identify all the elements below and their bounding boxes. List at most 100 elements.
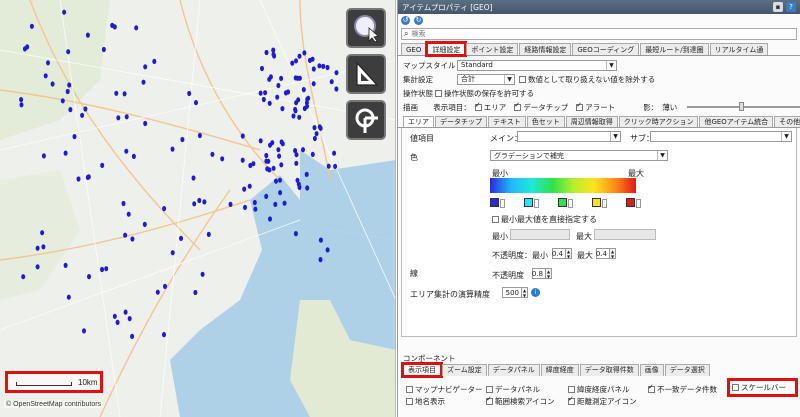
tab-display-items[interactable]: 表示項目 (401, 362, 443, 378)
map-data-point[interactable] (297, 53, 302, 59)
map-data-point[interactable] (85, 32, 90, 38)
tab-geocoding[interactable]: GEOコーディング (572, 43, 640, 55)
map-view[interactable]: 10km © OpenStreetMap contributors (0, 0, 396, 417)
tab-realtime[interactable]: リアルタイム通 (709, 43, 769, 55)
map-data-point[interactable] (334, 70, 339, 76)
map-data-point[interactable] (228, 201, 233, 207)
map-data-point[interactable] (22, 46, 27, 52)
map-data-point[interactable] (19, 102, 24, 108)
range-search-icon-checkbox[interactable]: 範囲検索アイコン (486, 395, 555, 407)
tab-click-action[interactable]: クリック時アクション (618, 116, 699, 127)
chevron-down-icon[interactable] (568, 199, 573, 208)
map-data-point[interactable] (162, 332, 166, 338)
tab-lat-lng[interactable]: 緯度経度 (540, 364, 579, 376)
map-data-point[interactable] (260, 65, 264, 72)
map-data-point[interactable] (197, 132, 202, 139)
gradient-stop-swatch[interactable] (490, 198, 505, 208)
map-data-point[interactable] (202, 199, 207, 205)
map-data-point[interactable] (277, 153, 282, 159)
map-style-select[interactable]: Standard ▼ (457, 59, 617, 71)
chevron-down-icon[interactable] (602, 199, 607, 208)
tab-data-count[interactable]: データ取得件数 (579, 364, 639, 376)
map-data-point[interactable] (293, 106, 298, 113)
map-data-point[interactable] (274, 178, 278, 184)
map-data-point[interactable] (170, 146, 175, 152)
map-data-point[interactable] (264, 49, 269, 56)
map-data-point[interactable] (258, 90, 263, 96)
map-data-point[interactable] (155, 289, 160, 295)
scale-bar-checkbox[interactable]: スケールバー (727, 378, 798, 397)
map-data-point[interactable] (301, 87, 306, 93)
tab-zoom-settings[interactable]: ズーム設定 (442, 364, 487, 376)
data-panel-checkbox[interactable]: データパネル (486, 384, 540, 395)
map-data-point[interactable] (295, 177, 300, 183)
map-data-point[interactable] (325, 64, 330, 71)
map-data-point[interactable] (279, 162, 284, 168)
search-input[interactable] (411, 29, 712, 39)
map-data-point[interactable] (325, 247, 330, 253)
map-data-point[interactable] (312, 125, 317, 131)
map-data-point[interactable] (258, 138, 263, 144)
map-data-point[interactable] (82, 328, 86, 334)
shadow-slider[interactable] (687, 102, 800, 111)
precision-stepper[interactable]: 500 ▲ ▼ i (502, 287, 540, 298)
gradient-stop-swatch[interactable] (524, 198, 539, 208)
map-data-point[interactable] (130, 333, 135, 339)
map-data-point[interactable] (291, 113, 296, 119)
tab-detail-settings[interactable]: 詳細設定 (425, 41, 468, 57)
map-data-point[interactable] (317, 124, 322, 130)
map-data-point[interactable] (114, 90, 119, 96)
spin-arrows-icon[interactable]: ▲ ▼ (566, 248, 572, 259)
gradient-stop-swatch[interactable] (558, 198, 573, 208)
line-opacity-value[interactable]: 0.8 (532, 268, 546, 279)
map-data-point[interactable] (143, 64, 148, 70)
lat-lng-panel-checkbox[interactable]: 緯度経度パネル (568, 384, 630, 395)
spin-arrows-icon[interactable]: ▲ ▼ (546, 268, 552, 279)
map-data-point[interactable] (263, 90, 268, 96)
map-data-point[interactable] (206, 231, 211, 237)
opacity-max-value[interactable]: 0.4 (596, 248, 610, 259)
map-data-point[interactable] (121, 200, 126, 207)
tab-nearby-info[interactable]: 周辺情報取得 (565, 116, 618, 127)
map-data-point[interactable] (321, 63, 326, 69)
map-data-point[interactable] (62, 9, 67, 15)
map-data-point[interactable] (35, 264, 40, 270)
map-data-point[interactable] (267, 167, 272, 173)
map-data-point[interactable] (141, 79, 146, 85)
allow-save-state-checkbox[interactable]: 操作状態の保存を許可する (435, 88, 534, 99)
map-data-point[interactable] (312, 135, 317, 142)
direct-minmax-checkbox[interactable]: 最小最大値を直接指定する (492, 214, 597, 225)
draw-datachip-checkbox[interactable]: データチップ (514, 101, 568, 113)
circle-select-tool-button[interactable] (346, 8, 386, 48)
map-data-point[interactable] (264, 193, 269, 199)
opacity-max-stepper[interactable]: 0.4 ▲ ▼ (596, 248, 616, 259)
map-data-point[interactable] (163, 283, 167, 289)
chevron-down-icon[interactable] (500, 199, 505, 208)
chevron-down-icon[interactable] (636, 199, 641, 208)
rotate-tool-button[interactable] (346, 100, 386, 140)
spin-arrows-icon[interactable]: ▲ ▼ (610, 248, 616, 259)
map-data-point[interactable] (293, 231, 298, 237)
map-data-point[interactable] (122, 91, 127, 97)
map-data-point[interactable] (271, 51, 276, 58)
tab-route-settings[interactable]: 経路情報設定 (519, 43, 572, 55)
draw-area-checkbox[interactable]: エリア (474, 101, 506, 113)
map-data-point[interactable] (210, 151, 215, 157)
info-icon[interactable]: i (531, 288, 540, 297)
tab-color-set[interactable]: 色セット (526, 116, 565, 127)
tab-text[interactable]: テキスト (488, 116, 526, 127)
map-data-point[interactable] (305, 185, 310, 191)
min-value-input[interactable] (510, 229, 570, 240)
map-attribution[interactable]: © OpenStreetMap contributors (4, 401, 104, 408)
map-data-point[interactable] (295, 75, 300, 81)
map-data-point[interactable] (268, 216, 272, 222)
tab-data-panel[interactable]: データパネル (487, 364, 540, 376)
map-data-point[interactable] (305, 103, 309, 109)
map-data-point[interactable] (191, 175, 196, 181)
map-data-point[interactable] (279, 75, 284, 81)
pin-icon[interactable]: ▪ (773, 2, 783, 12)
map-data-point[interactable] (243, 204, 247, 210)
spin-arrows-icon[interactable]: ▲ ▼ (522, 287, 528, 298)
map-data-point[interactable] (242, 186, 247, 192)
map-data-point[interactable] (266, 158, 271, 164)
